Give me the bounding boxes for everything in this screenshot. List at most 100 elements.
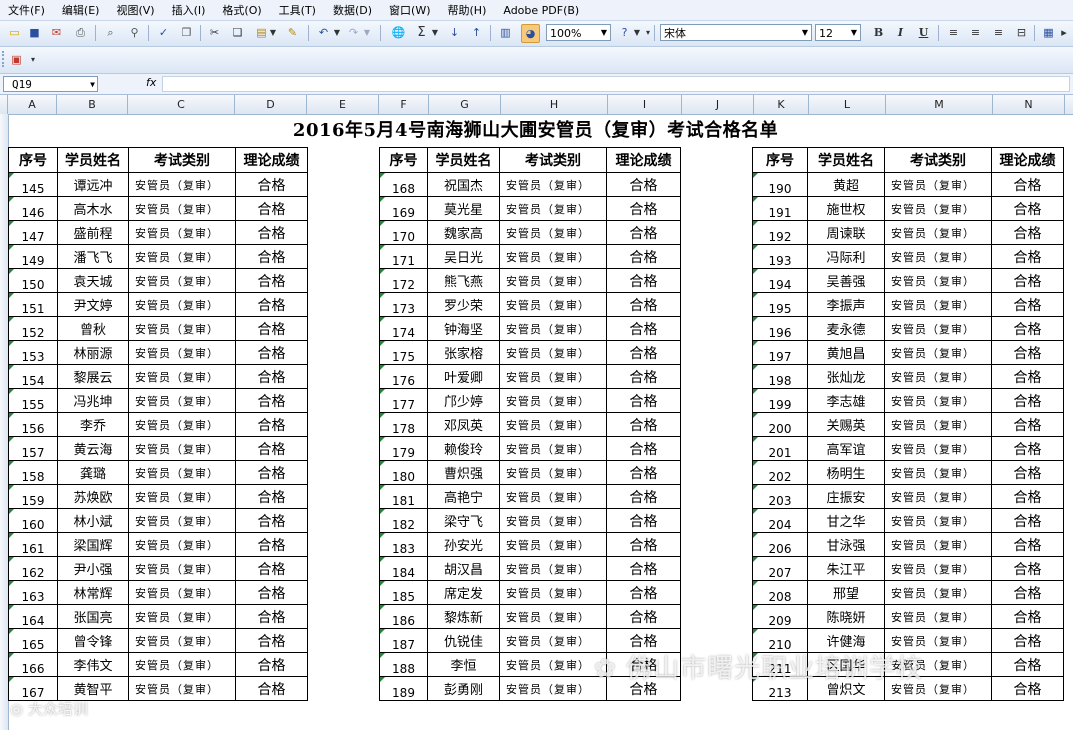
cell-seq[interactable]: 151 <box>8 292 58 317</box>
cell-category[interactable]: 安管员（复审） <box>128 388 236 413</box>
cell-score[interactable]: 合格 <box>991 196 1064 221</box>
cell-seq[interactable]: 193 <box>752 244 808 269</box>
cell-name[interactable]: 尹小强 <box>57 556 129 581</box>
cell-name[interactable]: 彭勇刚 <box>427 676 500 701</box>
font-select[interactable]: 宋体 ▼ <box>660 24 812 41</box>
cell-score[interactable]: 合格 <box>235 484 308 509</box>
cell-score[interactable]: 合格 <box>991 580 1064 605</box>
cell-name[interactable]: 甘之华 <box>807 508 885 533</box>
cell-seq[interactable]: 165 <box>8 628 58 653</box>
cell-name[interactable]: 陈晓妍 <box>807 604 885 629</box>
cell-seq[interactable]: 164 <box>8 604 58 629</box>
cell-score[interactable]: 合格 <box>606 316 681 341</box>
cell-score[interactable]: 合格 <box>235 364 308 389</box>
cell-category[interactable]: 安管员（复审） <box>128 364 236 389</box>
cell-name[interactable]: 罗少荣 <box>427 292 500 317</box>
cell-seq[interactable]: 153 <box>8 340 58 365</box>
cell-seq[interactable]: 204 <box>752 508 808 533</box>
header-category[interactable]: 考试类别 <box>884 147 992 173</box>
cell-name[interactable]: 邝少婷 <box>427 388 500 413</box>
cell-name[interactable]: 曾秋 <box>57 316 129 341</box>
cell-category[interactable]: 安管员（复审） <box>128 556 236 581</box>
function-icon[interactable]: fx <box>146 76 156 89</box>
cell-name[interactable]: 孙安光 <box>427 532 500 557</box>
cell-seq[interactable]: 177 <box>379 388 428 413</box>
cell-seq[interactable]: 166 <box>8 652 58 677</box>
cell-category[interactable]: 安管员（复审） <box>884 460 992 485</box>
cell-name[interactable]: 谭远冲 <box>57 172 129 197</box>
print-icon[interactable]: ⎙ <box>72 24 89 41</box>
underline-button[interactable]: U <box>915 24 932 41</box>
cell-seq[interactable]: 163 <box>8 580 58 605</box>
cell-category[interactable]: 安管员（复审） <box>499 556 607 581</box>
cell-category[interactable]: 安管员（复审） <box>499 532 607 557</box>
cell-seq[interactable]: 188 <box>379 652 428 677</box>
align-center-icon[interactable]: ≡ <box>967 24 984 41</box>
cell-score[interactable]: 合格 <box>991 436 1064 461</box>
cell-score[interactable]: 合格 <box>991 172 1064 197</box>
cell-name[interactable]: 盛前程 <box>57 220 129 245</box>
menu-item[interactable]: 帮助(H) <box>440 2 496 18</box>
undo-icon[interactable]: ↶ <box>315 24 332 41</box>
cell-score[interactable]: 合格 <box>235 676 308 701</box>
spelling-icon[interactable]: ✓ <box>155 24 172 41</box>
help-icon[interactable]: ? <box>616 24 633 41</box>
hyperlink-icon[interactable]: 🌐 <box>390 24 407 41</box>
cell-score[interactable]: 合格 <box>235 172 308 197</box>
cell-name[interactable]: 黎展云 <box>57 364 129 389</box>
cell-name[interactable]: 苏焕欧 <box>57 484 129 509</box>
cell-score[interactable]: 合格 <box>991 676 1064 701</box>
cell-seq[interactable]: 182 <box>379 508 428 533</box>
cell-name[interactable]: 席定发 <box>427 580 500 605</box>
cell-score[interactable]: 合格 <box>235 244 308 269</box>
cell-name[interactable]: 钟海坚 <box>427 316 500 341</box>
cell-score[interactable]: 合格 <box>606 268 681 293</box>
cell-name[interactable]: 杨明生 <box>807 460 885 485</box>
cell-score[interactable]: 合格 <box>235 436 308 461</box>
header-seq[interactable]: 序号 <box>752 147 808 173</box>
redo-dropdown-icon[interactable]: ▼ <box>362 24 372 41</box>
column-header-c[interactable]: C <box>128 95 235 114</box>
cell-name[interactable]: 关赐英 <box>807 412 885 437</box>
format-painter-icon[interactable]: ✎ <box>284 24 301 41</box>
cell-name[interactable]: 袁天城 <box>57 268 129 293</box>
cell-seq[interactable]: 178 <box>379 412 428 437</box>
cell-name[interactable]: 祝国杰 <box>427 172 500 197</box>
cell-name[interactable]: 林常辉 <box>57 580 129 605</box>
cell-name[interactable]: 黄旭昌 <box>807 340 885 365</box>
cell-category[interactable]: 安管员（复审） <box>884 268 992 293</box>
cell-name[interactable]: 林丽源 <box>57 340 129 365</box>
cell-category[interactable]: 安管员（复审） <box>884 580 992 605</box>
autosum-dropdown-icon[interactable]: ▼ <box>430 24 440 41</box>
cell-category[interactable]: 安管员（复审） <box>499 364 607 389</box>
cell-seq[interactable]: 199 <box>752 388 808 413</box>
cell-name[interactable]: 高军谊 <box>807 436 885 461</box>
cell-score[interactable]: 合格 <box>991 508 1064 533</box>
column-header-a[interactable]: A <box>8 95 57 114</box>
cell-score[interactable]: 合格 <box>606 604 681 629</box>
cell-category[interactable]: 安管员（复审） <box>884 292 992 317</box>
cell-seq[interactable]: 187 <box>379 628 428 653</box>
cell-seq[interactable]: 170 <box>379 220 428 245</box>
cell-category[interactable]: 安管员（复审） <box>499 196 607 221</box>
cell-name[interactable]: 林小斌 <box>57 508 129 533</box>
cell-score[interactable]: 合格 <box>235 412 308 437</box>
cell-category[interactable]: 安管员（复审） <box>128 412 236 437</box>
cell-seq[interactable]: 200 <box>752 412 808 437</box>
cell-seq[interactable]: 189 <box>379 676 428 701</box>
cell-name[interactable]: 莫光星 <box>427 196 500 221</box>
column-header-j[interactable]: J <box>682 95 754 114</box>
cell-seq[interactable]: 206 <box>752 532 808 557</box>
autosum-icon[interactable]: Σ <box>413 24 430 41</box>
column-header-k[interactable]: K <box>754 95 809 114</box>
cell-seq[interactable]: 146 <box>8 196 58 221</box>
menu-item[interactable]: 插入(I) <box>164 2 215 18</box>
cell-score[interactable]: 合格 <box>606 220 681 245</box>
column-header-g[interactable]: G <box>429 95 501 114</box>
header-category[interactable]: 考试类别 <box>128 147 236 173</box>
cell-category[interactable]: 安管员（复审） <box>499 508 607 533</box>
chevron-down-icon[interactable]: ▼ <box>598 25 610 40</box>
cell-category[interactable]: 安管员（复审） <box>128 628 236 653</box>
font-size-select[interactable]: 12 ▼ <box>815 24 861 41</box>
column-header-b[interactable]: B <box>57 95 128 114</box>
